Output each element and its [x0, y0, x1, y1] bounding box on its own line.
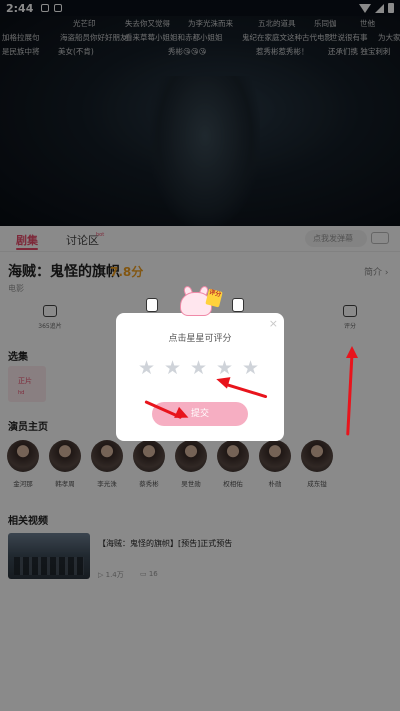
- star-icon[interactable]: ★: [242, 359, 259, 378]
- star-icon[interactable]: ★: [190, 359, 207, 378]
- submit-button[interactable]: 提交: [152, 402, 248, 426]
- gift-icon: [146, 298, 158, 312]
- star-icon[interactable]: ★: [164, 359, 181, 378]
- rating-prompt: 点击星星可评分: [168, 334, 232, 344]
- mascot-icon: 评分: [176, 284, 224, 318]
- annotation-arrow-head: [346, 346, 358, 358]
- close-icon[interactable]: ×: [269, 317, 278, 330]
- gift-icon: [232, 298, 244, 312]
- mascot-sign: 评分: [205, 288, 223, 308]
- rating-dialog: × 点击星星可评分 ★ ★ ★ ★ ★ 提交: [116, 313, 284, 441]
- star-icon[interactable]: ★: [138, 359, 155, 378]
